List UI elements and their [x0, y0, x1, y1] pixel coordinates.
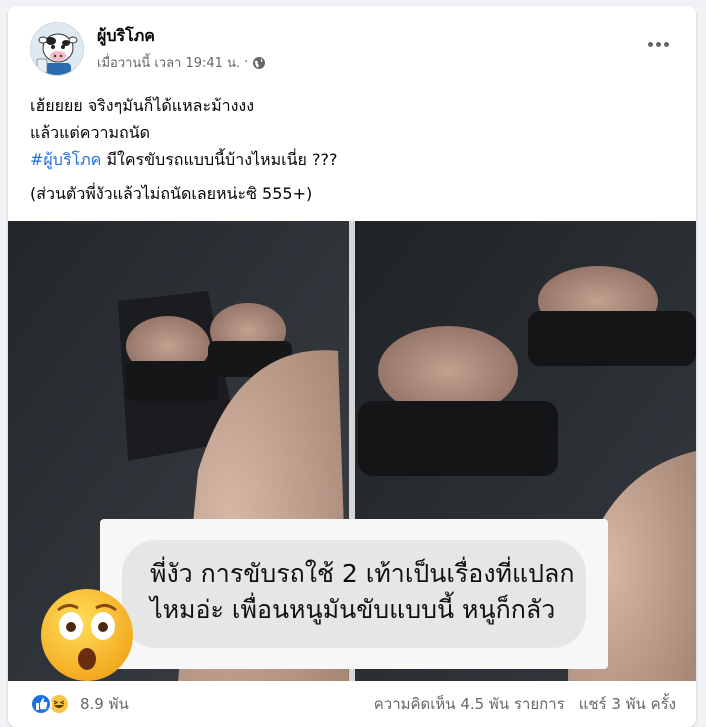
page-avatar[interactable]	[30, 22, 84, 76]
more-options-button[interactable]	[640, 32, 676, 56]
more-dot	[655, 41, 661, 47]
cow-mascot-icon	[31, 23, 83, 75]
astonished-face-icon	[38, 586, 136, 681]
post-timestamp[interactable]: เมื่อวานนี้ เวลา 19:41 น.	[97, 52, 240, 73]
post-footer: 8.9 พัน ความคิดเห็น 4.5 พัน รายการ แชร์ …	[8, 681, 696, 727]
reaction-count: 8.9 พัน	[80, 695, 129, 713]
post-image[interactable]: พี่งัว การขับรถใช้ 2 เท้าเป็นเรื่องที่แป…	[8, 221, 696, 681]
post-hashtag-line: #ผู้บริโภค มีใครขับรถแบบนี้บ้างไหมเนี่ย …	[30, 146, 670, 173]
hashtag-link[interactable]: #ผู้บริโภค	[30, 150, 101, 169]
post-text-line: เฮ้ยยยย จริงๆมันก็ได้แหละม้างงง	[30, 96, 255, 115]
image-caption-bubble: พี่งัว การขับรถใช้ 2 เท้าเป็นเรื่องที่แป…	[122, 540, 586, 648]
more-dot	[647, 41, 653, 47]
more-dot	[663, 41, 669, 47]
caption-line: พี่งัว การขับรถใช้ 2 เท้าเป็นเรื่องที่แป…	[150, 559, 575, 588]
post-text: เฮ้ยยยย จริงๆมันก็ได้แหละม้างงง แล้วแต่ค…	[30, 92, 670, 173]
share-count-link[interactable]: แชร์ 3 พัน ครั้ง	[579, 692, 676, 716]
image-caption-box: พี่งัว การขับรถใช้ 2 เท้าเป็นเรื่องที่แป…	[100, 519, 608, 669]
engagement-stats: ความคิดเห็น 4.5 พัน รายการ แชร์ 3 พัน คร…	[374, 692, 676, 716]
reaction-icons	[30, 693, 74, 715]
post-meta: เมื่อวานนี้ เวลา 19:41 น. ·	[97, 52, 266, 73]
caption-line: ไหมอ่ะ เพื่อนหนูมันขับแบบนี้ หนูก็กลัว	[150, 595, 556, 624]
reactions-summary[interactable]: 8.9 พัน	[30, 692, 129, 716]
page-name[interactable]: ผู้บริโภค	[97, 24, 155, 49]
post-note: (ส่วนตัวพี่งัวแล้วไม่ถนัดเลยหน่ะซิ 555+)	[30, 184, 313, 203]
hashtag-line-text: มีใครขับรถแบบนี้บ้างไหมเนี่ย ???	[101, 150, 338, 169]
meta-separator: ·	[244, 55, 249, 70]
globe-icon[interactable]	[252, 56, 266, 70]
post-text-line: แล้วแต่ความถนัด	[30, 123, 151, 142]
like-icon	[30, 693, 52, 715]
post-card: ผู้บริโภค เมื่อวานนี้ เวลา 19:41 น. · เฮ…	[8, 6, 696, 727]
post-header: ผู้บริโภค เมื่อวานนี้ เวลา 19:41 น. ·	[8, 6, 696, 82]
comment-count-link[interactable]: ความคิดเห็น 4.5 พัน รายการ	[374, 692, 565, 716]
